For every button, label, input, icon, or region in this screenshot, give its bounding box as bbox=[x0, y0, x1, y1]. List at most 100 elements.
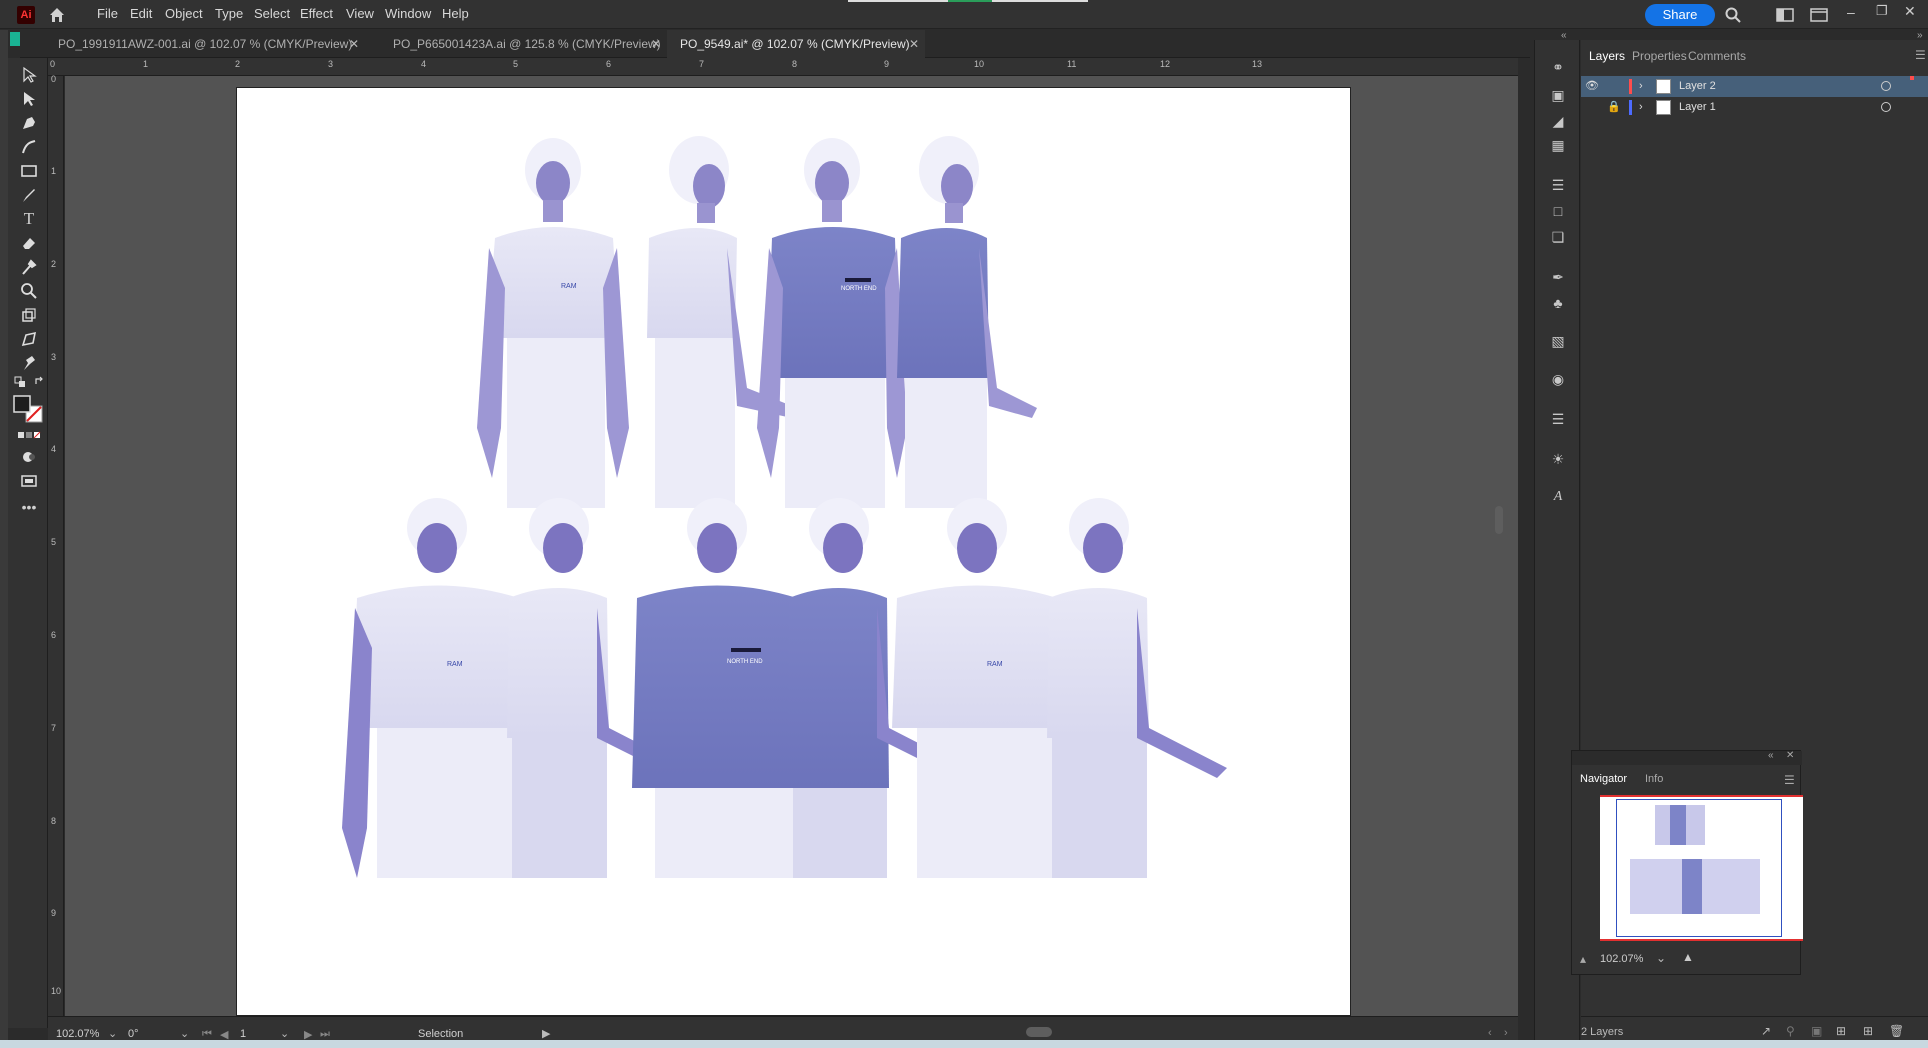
screen-mode-icon[interactable] bbox=[20, 472, 38, 490]
tab-comments[interactable]: Comments bbox=[1688, 49, 1746, 63]
navigator-zoom-dropdown-icon[interactable]: ⌄ bbox=[1656, 951, 1666, 965]
menu-effect[interactable]: Effect bbox=[300, 6, 333, 21]
transform-icon[interactable]: □ bbox=[1549, 202, 1567, 220]
close-tab-icon[interactable]: ✕ bbox=[349, 30, 359, 58]
close-window-icon[interactable]: ✕ bbox=[1904, 3, 1916, 20]
collapse-icon[interactable]: « bbox=[1768, 750, 1774, 761]
zoom-in-icon[interactable]: ▲ bbox=[1682, 950, 1694, 964]
horizontal-scrollbar-thumb[interactable] bbox=[1026, 1027, 1052, 1037]
arrange-documents-icon[interactable] bbox=[1776, 8, 1794, 22]
navigator-menu-icon[interactable]: ☰ bbox=[1784, 773, 1795, 787]
tab-document-2[interactable]: PO_P665001423A.ai @ 125.8 % (CMYK/Previe… bbox=[365, 30, 667, 58]
new-sublayer-icon[interactable]: ⊞ bbox=[1836, 1024, 1846, 1038]
export-icon[interactable]: ↗ bbox=[1761, 1024, 1771, 1038]
navigator-thumbnail[interactable] bbox=[1600, 795, 1803, 941]
libraries-icon[interactable]: ▣ bbox=[1549, 86, 1567, 104]
search-icon[interactable] bbox=[1724, 6, 1742, 24]
close-tab-icon[interactable]: ✕ bbox=[909, 30, 919, 58]
zoom-dropdown-icon[interactable]: ⌄ bbox=[108, 1027, 117, 1040]
tab-document-3[interactable]: PO_9549.ai* @ 102.07 % (CMYK/Preview) ✕ bbox=[667, 30, 925, 58]
menu-object[interactable]: Object bbox=[165, 6, 203, 21]
artboard-number[interactable]: 1 bbox=[240, 1028, 246, 1040]
target-circle-icon[interactable] bbox=[1881, 102, 1891, 112]
asset-export-icon[interactable]: ▦ bbox=[1549, 136, 1567, 154]
tab-navigator[interactable]: Navigator bbox=[1580, 773, 1627, 785]
artboard[interactable]: RAM NORTH END RAM NORTH END RAM bbox=[236, 87, 1351, 1016]
draw-mode-icon[interactable] bbox=[20, 448, 38, 466]
zoom-tool-icon[interactable] bbox=[20, 282, 38, 300]
navigator-view-box[interactable] bbox=[1616, 799, 1782, 937]
layer-name[interactable]: Layer 1 bbox=[1679, 97, 1716, 118]
scroll-right-icon[interactable]: › bbox=[1504, 1027, 1508, 1039]
canvas-area[interactable]: RAM NORTH END RAM NORTH END RAM bbox=[65, 76, 1518, 1016]
selection-tool-icon[interactable] bbox=[20, 66, 38, 84]
restore-icon[interactable]: ❐ bbox=[1876, 3, 1888, 19]
zoom-out-icon[interactable]: ▴ bbox=[1580, 952, 1586, 966]
appearance-icon[interactable]: ◉ bbox=[1549, 370, 1567, 388]
zoom-value[interactable]: 102.07% bbox=[56, 1028, 99, 1040]
curvature-tool-icon[interactable] bbox=[20, 138, 38, 156]
new-layer-icon[interactable]: ⊞ bbox=[1863, 1024, 1873, 1038]
home-icon[interactable] bbox=[48, 6, 66, 24]
direct-selection-tool-icon[interactable] bbox=[20, 90, 38, 108]
navigator-titlebar[interactable]: « ✕ bbox=[1572, 750, 1802, 765]
menu-type[interactable]: Type bbox=[215, 6, 243, 21]
minimize-icon[interactable]: – bbox=[1847, 4, 1855, 20]
menu-select[interactable]: Select bbox=[254, 6, 290, 21]
expand-panel-icon[interactable]: » bbox=[1917, 30, 1923, 41]
navigator-zoom-value[interactable]: 102.07% bbox=[1600, 953, 1643, 965]
menu-file[interactable]: File bbox=[97, 6, 118, 21]
menu-view[interactable]: View bbox=[346, 6, 374, 21]
collapse-panel-icon[interactable]: « bbox=[1561, 30, 1567, 41]
layer-name[interactable]: Layer 2 bbox=[1679, 76, 1716, 97]
tab-layers[interactable]: Layers bbox=[1589, 49, 1625, 63]
share-button[interactable]: Share bbox=[1645, 4, 1715, 26]
default-colors-icon[interactable] bbox=[14, 376, 26, 388]
scroll-left-icon[interactable]: ‹ bbox=[1488, 1027, 1492, 1039]
visibility-eye-icon[interactable]: 👁 bbox=[1585, 76, 1599, 97]
menu-window[interactable]: Window bbox=[385, 6, 431, 21]
artboard-dropdown-icon[interactable]: ⌄ bbox=[280, 1027, 289, 1040]
panel-menu-icon[interactable]: ☰ bbox=[1915, 48, 1926, 62]
status-menu-arrow-icon[interactable]: ▶ bbox=[542, 1027, 550, 1040]
apparel-models-artwork[interactable]: RAM NORTH END RAM NORTH END RAM bbox=[237, 88, 1352, 1016]
symbols-icon[interactable]: ♣ bbox=[1549, 294, 1567, 312]
panel-collapse-handle[interactable] bbox=[10, 32, 20, 46]
fill-stroke-swatch[interactable] bbox=[12, 394, 46, 424]
expand-chevron-icon[interactable]: › bbox=[1639, 97, 1643, 118]
menu-help[interactable]: Help bbox=[442, 6, 469, 21]
paintbrush-tool-icon[interactable] bbox=[20, 186, 38, 204]
rectangle-tool-icon[interactable] bbox=[20, 162, 38, 180]
rotation-dropdown-icon[interactable]: ⌄ bbox=[180, 1027, 189, 1040]
tab-properties[interactable]: Properties bbox=[1632, 49, 1687, 63]
pathfinder-icon[interactable]: ❏ bbox=[1549, 228, 1567, 246]
delete-layer-icon[interactable]: 🗑 bbox=[1889, 1024, 1904, 1038]
eraser-tool-icon[interactable] bbox=[20, 234, 38, 252]
more-tools-icon[interactable]: ••• bbox=[20, 498, 38, 516]
tab-document-1[interactable]: PO_1991911AWZ-001.ai @ 102.07 % (CMYK/Pr… bbox=[20, 30, 365, 58]
swap-colors-icon[interactable] bbox=[34, 376, 46, 388]
image-trace-icon[interactable]: ◢ bbox=[1549, 112, 1567, 130]
type-tool-icon[interactable]: T bbox=[20, 210, 38, 228]
lock-icon[interactable]: 🔒 bbox=[1607, 97, 1621, 118]
layer-row-2[interactable]: 👁 › Layer 2 bbox=[1581, 76, 1928, 97]
clipping-mask-icon[interactable]: ▣ bbox=[1811, 1024, 1822, 1038]
links-icon[interactable]: ⚭ bbox=[1549, 58, 1567, 76]
close-tab-icon[interactable]: ✕ bbox=[651, 30, 661, 58]
align-icon[interactable]: ☰ bbox=[1549, 176, 1567, 194]
close-panel-icon[interactable]: ✕ bbox=[1786, 750, 1794, 761]
puppet-warp-tool-icon[interactable] bbox=[20, 354, 38, 372]
rotation-value[interactable]: 0° bbox=[128, 1028, 139, 1040]
locate-object-icon[interactable]: ⚲ bbox=[1786, 1024, 1795, 1038]
menu-edit[interactable]: Edit bbox=[130, 6, 152, 21]
color-mode-icons[interactable] bbox=[14, 430, 44, 440]
pen-tool-icon[interactable] bbox=[20, 114, 38, 132]
layer-row-1[interactable]: 🔒 › Layer 1 bbox=[1581, 97, 1928, 118]
target-circle-icon[interactable] bbox=[1881, 81, 1891, 91]
scale-tool-icon[interactable] bbox=[20, 306, 38, 324]
expand-chevron-icon[interactable]: › bbox=[1639, 76, 1643, 97]
character-icon[interactable]: A bbox=[1549, 488, 1567, 506]
workspace-switcher-icon[interactable] bbox=[1810, 8, 1828, 22]
stroke-icon[interactable]: ☰ bbox=[1549, 410, 1567, 428]
free-transform-tool-icon[interactable] bbox=[20, 330, 38, 348]
